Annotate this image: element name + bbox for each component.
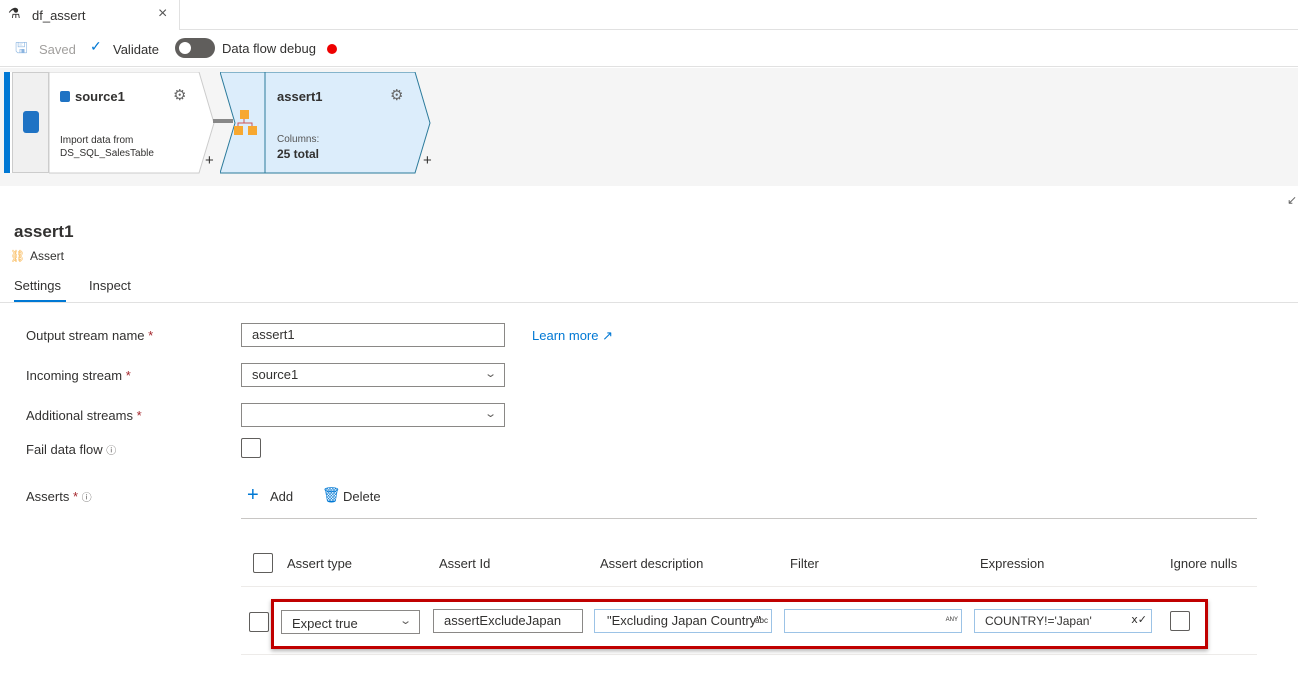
resize-icon[interactable]: ↙ <box>1287 193 1297 207</box>
debug-status-dot <box>327 44 337 54</box>
dataflow-icon: ⚗ <box>8 5 21 21</box>
debug-label: Data flow debug <box>222 41 316 56</box>
incoming-stream-label: Incoming stream <box>26 368 123 383</box>
any-type-badge: ANY <box>945 617 958 623</box>
saved-button: Saved <box>39 42 76 57</box>
header-ignore-nulls: Ignore nulls <box>1170 556 1238 571</box>
tab-settings[interactable]: Settings <box>14 278 61 293</box>
delete-assert-button[interactable]: Delete <box>343 489 381 504</box>
chevron-down-icon: ⌄ <box>398 615 412 627</box>
ignore-nulls-checkbox[interactable] <box>1170 611 1190 631</box>
assert-id-input[interactable]: assertExcludeJapan <box>433 609 583 633</box>
tab-df-assert[interactable]: ⚗ df_assert × <box>0 0 180 30</box>
panel-type: Assert <box>30 249 65 263</box>
source-title: source1 <box>75 89 125 104</box>
debug-toggle[interactable] <box>175 38 215 58</box>
assert-type-value: Expect true <box>292 616 358 631</box>
assert-type-icon: ⛓ <box>10 249 26 263</box>
dataflow-canvas: source1 ⚙ Import data from DS_SQL_SalesT… <box>0 68 1298 186</box>
output-stream-value: assert1 <box>252 327 295 342</box>
chevron-down-icon: ⌄ <box>483 368 497 380</box>
gear-icon[interactable]: ⚙ <box>173 86 186 104</box>
add-assert-button[interactable]: Add <box>270 489 293 504</box>
learn-more-link[interactable]: Learn more ↗ <box>532 328 613 344</box>
header-assert-id: Assert Id <box>439 556 491 571</box>
incoming-stream-value: source1 <box>252 367 299 382</box>
output-stream-label: Output stream name <box>26 328 145 343</box>
assert-title: assert1 <box>277 89 323 104</box>
required-mark: * <box>125 368 131 383</box>
info-icon: ⓘ <box>106 446 117 457</box>
string-type-badge: abc <box>755 616 768 625</box>
required-mark: * <box>72 489 79 504</box>
expression-input[interactable]: COUNTRY!='Japan' ⅹ✓ <box>974 609 1152 633</box>
required-mark: * <box>136 408 142 423</box>
assert-description-input[interactable]: "Excluding Japan Country" abc <box>594 609 772 633</box>
expression-value: COUNTRY!='Japan' <box>985 614 1092 628</box>
toolbar: 🖫 Saved ✓ Validate Data flow debug <box>0 30 1298 67</box>
filter-input[interactable]: ANY <box>784 609 962 633</box>
validate-button[interactable]: Validate <box>113 42 159 57</box>
database-icon <box>23 111 39 133</box>
tab-title: df_assert <box>32 8 86 23</box>
tab-inspect[interactable]: Inspect <box>89 278 131 293</box>
panel-title: assert1 <box>14 222 74 241</box>
asserts-label: Asserts <box>26 489 70 504</box>
add-after-assert-button[interactable]: + <box>423 152 432 169</box>
source-desc: Import data from <box>60 135 134 146</box>
expression-builder-icon[interactable]: ⅹ✓ <box>1131 613 1147 626</box>
header-filter: Filter <box>790 556 819 571</box>
sql-icon <box>60 91 70 102</box>
external-link-icon: ↗ <box>602 328 614 343</box>
additional-streams-select[interactable]: ⌄ <box>241 403 505 427</box>
source-icon-box[interactable] <box>12 72 49 173</box>
chevron-down-icon: ⌄ <box>483 408 497 420</box>
select-all-checkbox[interactable] <box>253 553 273 573</box>
incoming-stream-select[interactable]: source1 ⌄ <box>241 363 505 387</box>
gear-icon[interactable]: ⚙ <box>390 86 403 104</box>
check-icon: ✓ <box>90 38 102 54</box>
source-dataset: DS_SQL_SalesTable <box>60 148 154 159</box>
header-expression: Expression <box>980 556 1045 571</box>
output-stream-input[interactable]: assert1 <box>241 323 505 347</box>
close-icon[interactable]: × <box>158 5 167 23</box>
save-icon: 🖫 <box>15 40 28 57</box>
header-assert-description: Assert description <box>600 556 704 571</box>
learn-more-text: Learn more <box>532 328 599 343</box>
additional-streams-label: Additional streams <box>26 408 133 423</box>
add-after-source-button[interactable]: + <box>205 152 214 169</box>
assert-description-value: "Excluding Japan Country" <box>607 613 761 628</box>
add-icon: + <box>247 484 259 506</box>
columns-label: Columns: <box>277 134 320 145</box>
required-mark: * <box>148 328 154 343</box>
tab-bar: ⚗ df_assert × <box>0 0 1298 30</box>
info-icon: ⓘ <box>81 493 92 504</box>
delete-icon: 🗑 <box>322 487 342 504</box>
fail-data-flow-checkbox[interactable] <box>241 438 261 458</box>
source-indicator <box>4 72 12 173</box>
header-assert-type: Assert type <box>287 556 353 571</box>
columns-value: 25 total <box>277 147 320 161</box>
row-checkbox[interactable] <box>249 612 269 632</box>
assert-type-select[interactable]: Expect true ⌄ <box>281 610 420 634</box>
fail-data-flow-label: Fail data flow <box>26 442 103 457</box>
assert-id-value: assertExcludeJapan <box>444 613 562 628</box>
